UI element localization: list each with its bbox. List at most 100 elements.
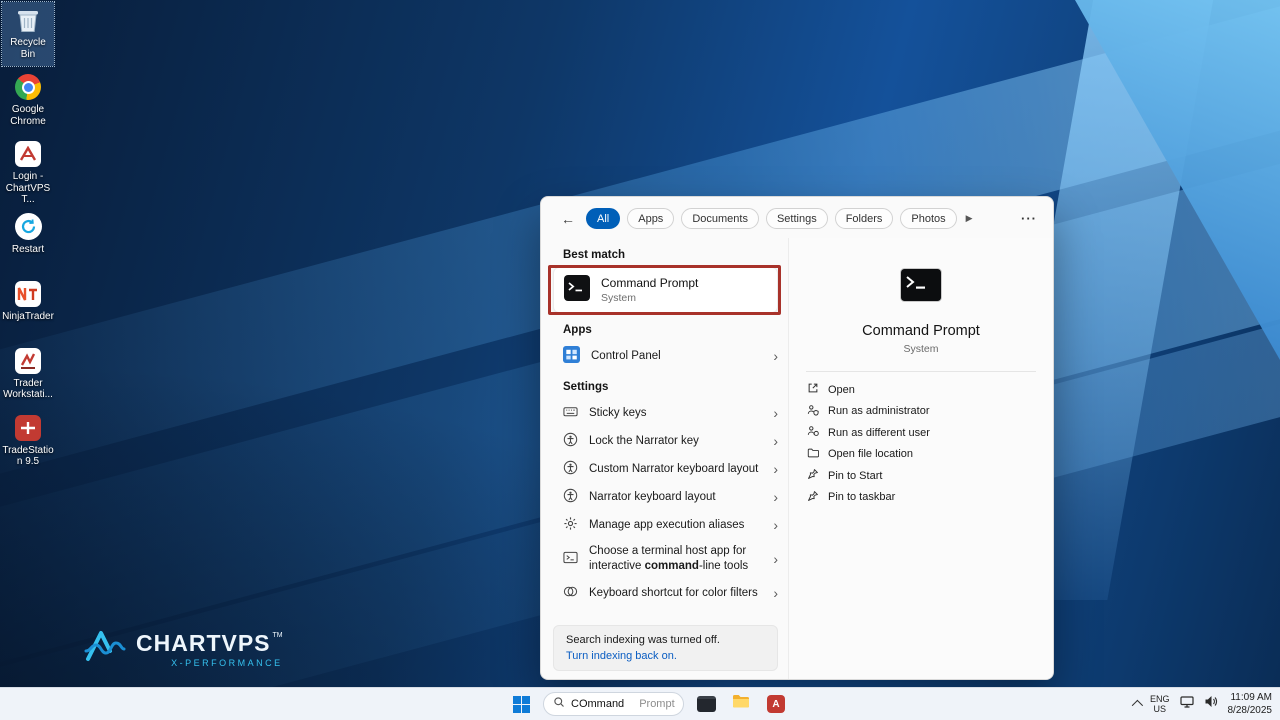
dark-window-icon (697, 696, 716, 712)
indexing-link[interactable]: Turn indexing back on. (566, 650, 765, 662)
action-open[interactable]: Open (803, 379, 1039, 401)
action-label: Run as administrator (828, 405, 930, 417)
volume-icon[interactable] (1204, 695, 1218, 713)
action-label: Open file location (828, 448, 913, 460)
tab-all[interactable]: All (586, 208, 620, 229)
chevron-right-icon[interactable] (773, 586, 778, 600)
recycle-bin-icon (13, 5, 43, 35)
clock[interactable]: 11:09 AM 8/28/2025 (1228, 691, 1273, 717)
desktop-icon-label: Recycle Bin (2, 37, 54, 60)
watermark-tm: TM (273, 632, 283, 639)
desktop-icon-label: Login - ChartVPS T... (2, 171, 54, 206)
search-result-sticky-keys[interactable]: Sticky keys (553, 399, 784, 427)
watermark-tagline: X-PERFORMANCE (171, 658, 283, 668)
result-label: Narrator keyboard layout (589, 490, 716, 505)
preview-actions: Open Run as administrator Run as differe… (789, 379, 1053, 508)
chevron-right-icon[interactable] (773, 434, 778, 448)
search-result-app-execution-aliases[interactable]: Manage app execution aliases (553, 511, 784, 539)
desktop-icon-recycle-bin[interactable]: Recycle Bin (2, 2, 54, 66)
keyboard-icon (563, 404, 578, 422)
windows-logo-icon (513, 696, 530, 713)
taskbar-app-chartvps[interactable]: A (763, 691, 789, 717)
result-label: Keyboard shortcut for color filters (589, 586, 758, 601)
accessibility-icon (563, 488, 578, 506)
action-label: Open (828, 384, 855, 396)
result-label: Lock the Narrator key (589, 434, 699, 449)
search-typed-text: COmmand (571, 698, 624, 710)
clock-time: 11:09 AM (1228, 691, 1273, 704)
preview-title: Command Prompt (862, 323, 980, 339)
user-icon (807, 425, 819, 440)
taskbar-app-terminal[interactable] (693, 691, 719, 717)
chartvps-watermark: CHARTVPS TM X-PERFORMANCE (84, 629, 283, 668)
tab-settings[interactable]: Settings (766, 208, 828, 229)
language-indicator[interactable]: ENG US (1150, 694, 1170, 715)
search-indexing-notice: Search indexing was turned off. Turn ind… (553, 625, 778, 671)
accessibility-icon (563, 460, 578, 478)
desktop-icon-login-chartvps[interactable]: Login - ChartVPS T... (2, 136, 54, 206)
search-result-command-prompt[interactable]: Command Prompt System (553, 267, 778, 313)
ninjatrader-icon (13, 279, 43, 309)
action-run-as-administrator[interactable]: Run as administrator (803, 401, 1039, 423)
desktop-icon-google-chrome[interactable]: Google Chrome (2, 69, 54, 133)
chevron-right-icon[interactable] (773, 462, 778, 476)
search-result-custom-narrator-layout[interactable]: Custom Narrator keyboard layout (553, 455, 784, 483)
network-icon[interactable] (1180, 695, 1194, 713)
section-header-settings: Settings (563, 381, 788, 393)
desktop-icon-restart[interactable]: Restart (2, 209, 54, 273)
tab-apps[interactable]: Apps (627, 208, 674, 229)
result-label: Control Panel (591, 349, 661, 364)
action-pin-to-start[interactable]: Pin to Start (803, 465, 1039, 487)
preview-divider (806, 371, 1036, 372)
taskbar-search-input[interactable]: COmmand Prompt (543, 692, 684, 716)
tradestation-icon (13, 413, 43, 443)
tab-photos[interactable]: Photos (900, 208, 956, 229)
result-preview-pane: Command Prompt System Open Run as admini… (788, 238, 1053, 679)
action-label: Pin to Start (828, 470, 882, 482)
more-tabs-icon[interactable] (966, 213, 973, 224)
taskbar-app-file-explorer[interactable] (728, 691, 754, 717)
search-result-control-panel[interactable]: Control Panel (553, 342, 784, 370)
chartvps-logo-icon (84, 629, 126, 668)
search-result-narrator-layout[interactable]: Narrator keyboard layout (553, 483, 784, 511)
search-flyout-panel: All Apps Documents Settings Folders Phot… (540, 196, 1054, 680)
start-button[interactable] (508, 691, 534, 717)
tab-folders[interactable]: Folders (835, 208, 894, 229)
action-open-file-location[interactable]: Open file location (803, 444, 1039, 466)
action-pin-to-taskbar[interactable]: Pin to taskbar (803, 487, 1039, 509)
tab-documents[interactable]: Documents (681, 208, 759, 229)
action-run-as-different-user[interactable]: Run as different user (803, 422, 1039, 444)
taskbar: COmmand Prompt A ENG US 11:09 AM 8/28/20… (0, 687, 1280, 720)
hidden-icons-chevron[interactable] (1132, 700, 1143, 711)
result-label: Custom Narrator keyboard layout (589, 462, 758, 477)
pin-icon (807, 468, 819, 483)
chevron-right-icon[interactable] (773, 349, 778, 363)
desktop-icon-label: Trader Workstati... (2, 378, 54, 401)
chevron-right-icon[interactable] (773, 518, 778, 532)
search-results-column: Best match Command Prompt System Apps Co… (541, 238, 788, 679)
search-result-terminal-host-app[interactable]: Choose a terminal host app for interacti… (553, 539, 784, 579)
chartvps-login-icon (13, 139, 43, 169)
trader-workstation-icon (13, 346, 43, 376)
chevron-right-icon[interactable] (773, 552, 778, 566)
options-ellipsis-icon[interactable] (1021, 211, 1037, 226)
section-header-best-match: Best match (563, 249, 788, 261)
search-result-color-filters-shortcut[interactable]: Keyboard shortcut for color filters (553, 579, 784, 607)
desktop-icon-label: TradeStation 9.5 (2, 445, 54, 468)
desktop-icon-ninjatrader[interactable]: NinjaTrader (2, 276, 54, 340)
search-result-lock-narrator-key[interactable]: Lock the Narrator key (553, 427, 784, 455)
section-header-apps: Apps (563, 324, 788, 336)
command-prompt-icon-large (900, 268, 942, 307)
desktop-icon-trader-workstation[interactable]: Trader Workstati... (2, 343, 54, 407)
pin-icon (807, 490, 819, 505)
result-label: Choose a terminal host app for interacti… (589, 544, 762, 574)
chevron-right-icon[interactable] (773, 490, 778, 504)
admin-shield-icon (807, 404, 819, 419)
chevron-right-icon[interactable] (773, 406, 778, 420)
result-label: Manage app execution aliases (589, 518, 744, 533)
back-arrow-icon[interactable] (561, 211, 575, 227)
search-suggestion-text: Prompt (639, 698, 674, 710)
gear-icon (563, 516, 578, 534)
desktop-icon-tradestation[interactable]: TradeStation 9.5 (2, 410, 54, 474)
accessibility-icon (563, 432, 578, 450)
